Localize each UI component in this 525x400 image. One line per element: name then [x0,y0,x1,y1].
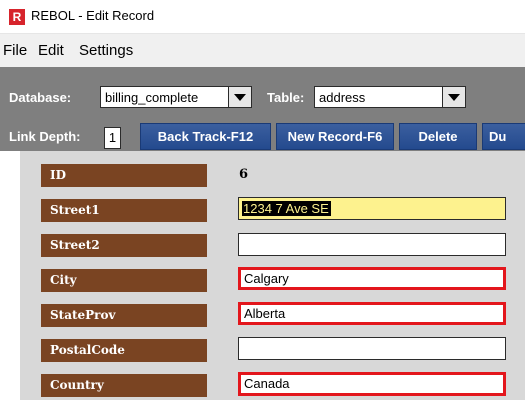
field-label-id: ID [41,164,207,187]
duplicate-button[interactable]: Du [482,123,525,150]
field-label-country: Country [41,374,207,397]
street1-value: 1234 7 Ave SE [242,201,331,216]
database-dropdown-arrow-icon[interactable] [228,86,252,108]
menu-edit[interactable]: Edit [38,42,64,59]
field-label-street1: Street1 [41,199,207,222]
link-depth-label: Link Depth: [9,129,81,144]
rebol-app-icon: R [9,9,25,25]
menu-bar: File Edit Settings [0,33,525,67]
table-label: Table: [267,90,305,105]
title-bar: R REBOL - Edit Record [0,0,525,33]
table-value: address [319,90,366,105]
table-select[interactable]: address [314,86,466,108]
delete-button[interactable]: Delete [399,123,477,150]
database-value: billing_complete [105,90,199,105]
stateprov-input[interactable]: Alberta [238,302,506,325]
table-dropdown-arrow-icon[interactable] [442,86,466,108]
new-record-button[interactable]: New Record-F6 [276,123,394,150]
field-label-stateprov: StateProv [41,304,207,327]
id-value: 6 [239,167,249,182]
country-input[interactable]: Canada [238,372,506,396]
street1-input[interactable]: 1234 7 Ave SE [238,197,506,220]
database-select[interactable]: billing_complete [100,86,252,108]
menu-settings[interactable]: Settings [79,42,133,59]
back-track-button[interactable]: Back Track-F12 [140,123,271,150]
postalcode-input[interactable] [238,337,506,360]
menu-file[interactable]: File [3,42,27,59]
field-label-city: City [41,269,207,292]
city-input[interactable]: Calgary [238,267,506,290]
window-title: REBOL - Edit Record [31,8,155,23]
field-label-postalcode: PostalCode [41,339,207,362]
database-label: Database: [9,90,72,105]
field-label-street2: Street2 [41,234,207,257]
link-depth-input[interactable]: 1 [104,127,121,149]
street2-input[interactable] [238,233,506,256]
